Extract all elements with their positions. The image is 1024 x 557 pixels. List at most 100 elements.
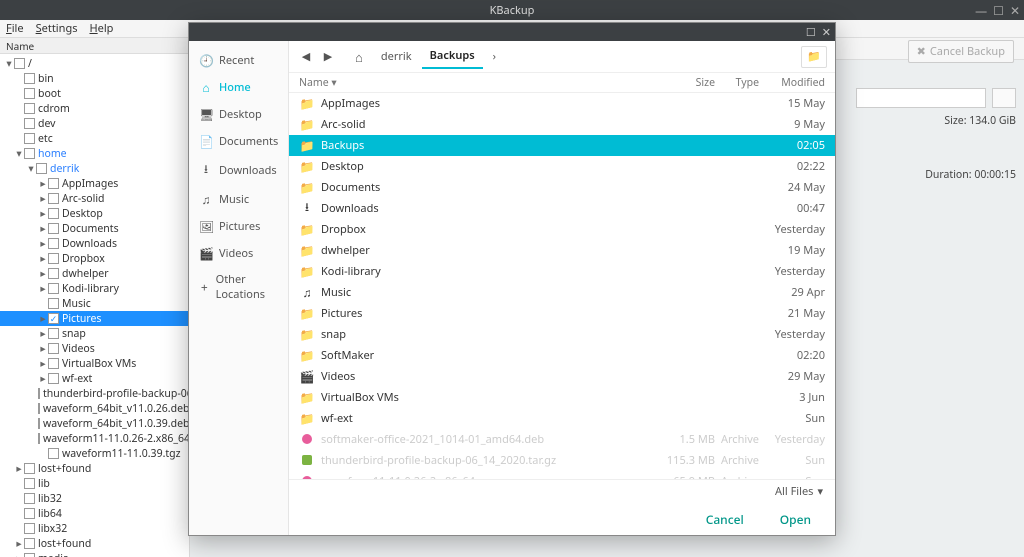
checkbox[interactable] [24,133,35,144]
menu-file[interactable]: File [6,21,24,36]
dialog-close-icon[interactable]: ✕ [822,25,831,40]
tree-item[interactable]: ▸lost+found [0,461,189,476]
header-name[interactable]: Name ▾ [299,76,655,90]
expand-icon[interactable]: ▸ [38,312,48,326]
header-size[interactable]: Size [655,76,715,90]
nav-back-button[interactable]: ◀ [297,48,315,66]
file-row[interactable]: 📁AppImages15 May [289,93,835,114]
expand-icon[interactable]: ▸ [14,552,24,557]
expand-icon[interactable]: ▸ [38,357,48,371]
breadcrumb-item[interactable]: › [485,45,504,68]
file-row[interactable]: thunderbird-profile-backup-06_14_2020.ta… [289,450,835,471]
place-item[interactable]: 🕘Recent [189,47,288,74]
place-item[interactable]: 🎬Videos [189,240,288,267]
tree-item[interactable]: boot [0,86,189,101]
file-row[interactable]: 📁Documents24 May [289,177,835,198]
tree-item[interactable]: waveform_64bit_v11.0.39.deb [0,416,189,431]
expand-icon[interactable]: ▸ [38,327,48,341]
tree-header-name[interactable]: Name [0,38,189,54]
menu-settings[interactable]: Settings [36,21,78,36]
expand-icon[interactable]: ▸ [38,342,48,356]
file-row[interactable]: 📁Kodi-libraryYesterday [289,261,835,282]
tree-item[interactable]: ▾home [0,146,189,161]
expand-icon[interactable]: ▸ [38,282,48,296]
home-icon[interactable]: ⌂ [347,44,371,70]
tree-item[interactable]: ▸lost+found [0,536,189,551]
tree-item[interactable]: ▸✓Pictures [0,311,189,326]
tree-item[interactable]: waveform11-11.0.39.tgz [0,446,189,461]
checkbox[interactable] [48,283,59,294]
checkbox[interactable] [48,178,59,189]
tree-item[interactable]: ▸Downloads [0,236,189,251]
place-item[interactable]: 🖼Pictures [189,213,288,240]
checkbox[interactable] [24,523,35,534]
tree-item[interactable]: ▸Arc-solid [0,191,189,206]
file-row[interactable]: 📁wf-extSun [289,408,835,429]
checkbox[interactable] [48,238,59,249]
checkbox[interactable] [24,508,35,519]
checkbox[interactable] [24,493,35,504]
file-row[interactable]: ⭳Downloads00:47 [289,198,835,219]
checkbox[interactable] [48,373,59,384]
checkbox[interactable] [24,103,35,114]
tree-item[interactable]: bin [0,71,189,86]
tree-item[interactable]: waveform_64bit_v11.0.26.deb [0,401,189,416]
checkbox[interactable] [48,253,59,264]
place-item[interactable]: 📄Documents [189,128,288,155]
tree-item[interactable]: ▸Dropbox [0,251,189,266]
place-item[interactable]: +Other Locations [189,267,288,307]
checkbox[interactable] [24,538,35,549]
checkbox[interactable] [24,73,35,84]
file-row[interactable]: 🎬Videos29 May [289,366,835,387]
tree-item[interactable]: ▸VirtualBox VMs [0,356,189,371]
file-row[interactable]: 📁Desktop02:22 [289,156,835,177]
checkbox[interactable] [24,478,35,489]
file-row[interactable]: 📁VirtualBox VMs3 Jun [289,387,835,408]
tree-item[interactable]: ▸Desktop [0,206,189,221]
expand-icon[interactable]: ▾ [4,57,14,71]
expand-icon[interactable]: ▸ [38,267,48,281]
tree-item[interactable]: thunderbird-profile-backup-06_14_2020.t [0,386,189,401]
dialog-maximize-icon[interactable]: ☐ [806,25,816,40]
tree-item[interactable]: libx32 [0,521,189,536]
place-item[interactable]: 🖥Desktop [189,101,288,128]
checkbox[interactable] [48,193,59,204]
file-row[interactable]: waveform11-11.0.26-2.x86_64.rpm65.9 MBAr… [289,471,835,479]
file-row[interactable]: 📁Pictures21 May [289,303,835,324]
checkbox[interactable] [48,223,59,234]
expand-icon[interactable]: ▸ [38,192,48,206]
expand-icon[interactable]: ▸ [14,537,24,551]
cancel-button[interactable]: Cancel [698,507,752,532]
new-folder-button[interactable]: 📁 [801,46,827,68]
file-row[interactable]: 📁DropboxYesterday [289,219,835,240]
tree-item[interactable]: ▸media [0,551,189,557]
header-modified[interactable]: Modified [765,76,825,90]
checkbox[interactable] [24,148,35,159]
checkbox[interactable] [48,448,59,459]
expand-icon[interactable]: ▸ [38,177,48,191]
minimize-icon[interactable]: — [975,2,987,19]
tree-item[interactable]: ▸AppImages [0,176,189,191]
file-row[interactable]: 📁dwhelper19 May [289,240,835,261]
tree-item[interactable]: lib64 [0,506,189,521]
tree-item[interactable]: dev [0,116,189,131]
expand-icon[interactable]: ▸ [38,252,48,266]
expand-icon[interactable]: ▸ [38,222,48,236]
checkbox[interactable] [24,88,35,99]
menu-help[interactable]: Help [89,21,113,36]
expand-icon[interactable]: ▸ [38,372,48,386]
cancel-backup-button[interactable]: ✖ Cancel Backup [908,40,1014,63]
tree-item[interactable]: ▾derrik [0,161,189,176]
tree-item[interactable]: etc [0,131,189,146]
breadcrumb-item[interactable]: derrik [373,45,420,68]
tree-item[interactable]: cdrom [0,101,189,116]
expand-icon[interactable]: ▾ [26,162,36,176]
nav-forward-button[interactable]: ▶ [319,48,337,66]
checkbox[interactable]: ✓ [48,313,59,324]
file-row[interactable]: softmaker-office-2021_1014-01_amd64.deb1… [289,429,835,450]
tree-item[interactable]: lib [0,476,189,491]
tree-item[interactable]: ▸Videos [0,341,189,356]
file-filter-dropdown[interactable]: All Files ▾ [775,484,823,499]
checkbox[interactable] [48,328,59,339]
checkbox[interactable] [48,358,59,369]
